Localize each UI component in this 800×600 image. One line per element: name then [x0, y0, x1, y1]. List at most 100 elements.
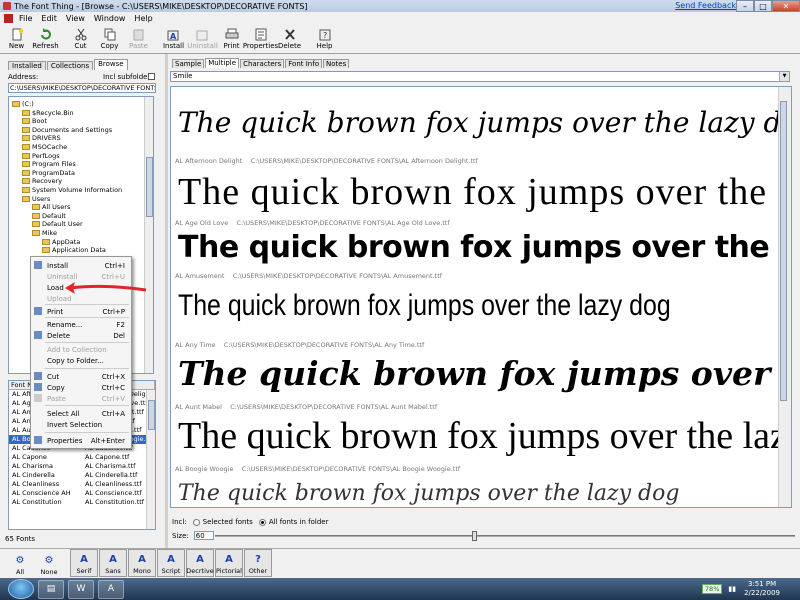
document-icon[interactable]: [4, 13, 13, 23]
filter-mono-button[interactable]: A Mono: [128, 549, 156, 577]
network-icon[interactable]: ▮▮: [728, 585, 736, 593]
tab-multiple[interactable]: Multiple: [205, 58, 240, 68]
tree-item[interactable]: ProgramData: [22, 169, 75, 177]
selected-fonts-radio[interactable]: [192, 518, 200, 526]
taskbar-word[interactable]: W: [68, 579, 94, 599]
all-fonts-radio[interactable]: [258, 518, 266, 526]
font-list-row[interactable]: AL Cinderella AL Cinderella.ttf: [9, 471, 155, 480]
filter-serif-button[interactable]: A Serif: [70, 549, 98, 577]
uninstall-button[interactable]: Uninstall: [187, 24, 218, 52]
tree-item[interactable]: Mike: [32, 229, 57, 237]
paste-button[interactable]: Paste: [124, 24, 153, 52]
filter-script-button[interactable]: A Script: [157, 549, 185, 577]
preview-scrollbar[interactable]: [778, 87, 791, 507]
filter-none-button[interactable]: ⚙ None: [35, 549, 63, 577]
tree-item[interactable]: Documents and Settings: [22, 126, 112, 134]
new-button[interactable]: New: [2, 24, 31, 52]
folder-icon: [22, 118, 30, 125]
tree-item[interactable]: Default User: [32, 220, 83, 228]
filter-sans-button[interactable]: A Sans: [99, 549, 127, 577]
menu-item-copy[interactable]: Copy Ctrl+C: [31, 382, 131, 393]
tree-item[interactable]: AppData: [42, 238, 80, 246]
address-field[interactable]: C:\USERS\MIKE\DESKTOP\DECORATIVE FONTS: [8, 83, 156, 93]
menu-item-add-to-collection[interactable]: Add to Collection: [31, 344, 131, 355]
tab-sample[interactable]: Sample: [172, 59, 205, 68]
tree-item[interactable]: Program Files: [22, 160, 76, 168]
print-button[interactable]: Print: [217, 24, 246, 52]
tab-collections[interactable]: Collections: [46, 61, 94, 70]
tree-item[interactable]: Default: [32, 212, 66, 220]
menu-item-cut[interactable]: Cut Ctrl+X: [31, 371, 131, 382]
minimize-button[interactable]: –: [736, 0, 754, 12]
menu-item-install[interactable]: Install Ctrl+I: [31, 260, 131, 271]
maximize-button[interactable]: □: [754, 0, 772, 12]
menu-item-print[interactable]: Print Ctrl+P: [31, 306, 131, 317]
send-feedback-link[interactable]: Send Feedback: [675, 1, 736, 10]
folder-icon: [42, 238, 50, 245]
menu-item-rename[interactable]: Rename... F2: [31, 319, 131, 330]
tab-browse[interactable]: Browse: [94, 59, 128, 70]
size-slider[interactable]: [215, 531, 795, 541]
slider-handle[interactable]: [472, 531, 477, 541]
copy-button[interactable]: Copy: [95, 24, 124, 52]
filter-other-button[interactable]: ? Other: [244, 549, 272, 577]
install-button[interactable]: A Install: [159, 24, 188, 52]
tree-item[interactable]: $Recycle.Bin: [22, 109, 74, 117]
start-button[interactable]: [8, 579, 34, 599]
properties-button[interactable]: Properties: [243, 24, 278, 52]
cut-icon: [75, 28, 86, 41]
menu-view[interactable]: View: [66, 14, 85, 23]
taskbar-font-thing[interactable]: A: [98, 579, 124, 599]
taskbar: ▤ W A 78% ▮▮ 3:51 PM 2/22/2009: [0, 578, 800, 600]
filter-pictorial-button[interactable]: A Pictorial: [215, 549, 243, 577]
tree-item[interactable]: All Users: [32, 203, 70, 211]
tab-notes[interactable]: Notes: [323, 59, 350, 68]
delete-button[interactable]: Delete: [275, 24, 304, 52]
tree-item[interactable]: System Volume Information: [22, 186, 122, 194]
menu-item-paste[interactable]: Paste Ctrl+V: [31, 393, 131, 404]
refresh-button[interactable]: Refresh: [31, 24, 60, 52]
tree-item[interactable]: MSOCache: [22, 143, 67, 151]
folder-icon: [22, 126, 30, 133]
tree-item[interactable]: Application Data: [42, 246, 106, 254]
help-button[interactable]: ? Help: [310, 24, 339, 52]
menu-help[interactable]: Help: [134, 14, 152, 23]
tree-item[interactable]: Recovery: [22, 177, 62, 185]
menu-file[interactable]: File: [19, 14, 32, 23]
menu-window[interactable]: Window: [94, 14, 126, 23]
filter-all-button[interactable]: ⚙ All: [6, 549, 34, 577]
font-list-row[interactable]: AL Cleanliness AL Cleanliness.ttf: [9, 480, 155, 489]
tree-item[interactable]: PerfLogs: [22, 152, 60, 160]
taskbar-explorer[interactable]: ▤: [38, 579, 64, 599]
font-list-row[interactable]: AL Capone AL Capone.ttf: [9, 453, 155, 462]
battery-indicator[interactable]: 78%: [701, 584, 723, 594]
menu-item-copy-to-folder[interactable]: Copy to Folder...: [31, 355, 131, 366]
tree-item[interactable]: Boot: [22, 117, 47, 125]
tree-item[interactable]: (C:): [12, 100, 34, 108]
tab-characters[interactable]: Characters: [240, 59, 285, 68]
sample-text-combo[interactable]: Smile ▼: [170, 71, 790, 82]
include-subfolders-checkbox[interactable]: [148, 73, 155, 80]
size-input[interactable]: 60: [193, 531, 214, 540]
font-list-row[interactable]: AL Charisma AL Charisma.ttf: [9, 462, 155, 471]
menu-item-delete[interactable]: Delete Del: [31, 330, 131, 341]
font-list-row[interactable]: AL Conscience AH AL Conscience.ttf: [9, 489, 155, 498]
menu-item-invert-selection[interactable]: Invert Selection: [31, 419, 131, 430]
close-button[interactable]: ✕: [772, 0, 800, 12]
tab-font-info[interactable]: Font Info: [285, 59, 322, 68]
tree-item[interactable]: DRIVERS: [22, 134, 61, 142]
menu-edit[interactable]: Edit: [41, 14, 57, 23]
tree-scrollbar[interactable]: [144, 97, 153, 373]
font-list-row[interactable]: AL Constitution AL Constitution.ttf: [9, 498, 155, 507]
font-list-scrollbar[interactable]: [146, 390, 155, 529]
menu-item-properties[interactable]: Properties Alt+Enter: [31, 435, 131, 446]
cut-button[interactable]: Cut: [66, 24, 95, 52]
menu-item-select-all[interactable]: Select All Ctrl+A: [31, 408, 131, 419]
chevron-down-icon[interactable]: ▼: [779, 72, 789, 81]
filter-decrtive-button[interactable]: A Decrtive: [186, 549, 214, 577]
font-a-icon: A: [167, 554, 175, 565]
tab-installed[interactable]: Installed: [8, 61, 46, 70]
clock[interactable]: 3:51 PM 2/22/2009: [744, 580, 780, 598]
filter-bar: ⚙ All ⚙ None A Serif A Sans A Mono A Script A Decrtiv…: [0, 548, 800, 578]
tree-item[interactable]: Users: [22, 195, 50, 203]
